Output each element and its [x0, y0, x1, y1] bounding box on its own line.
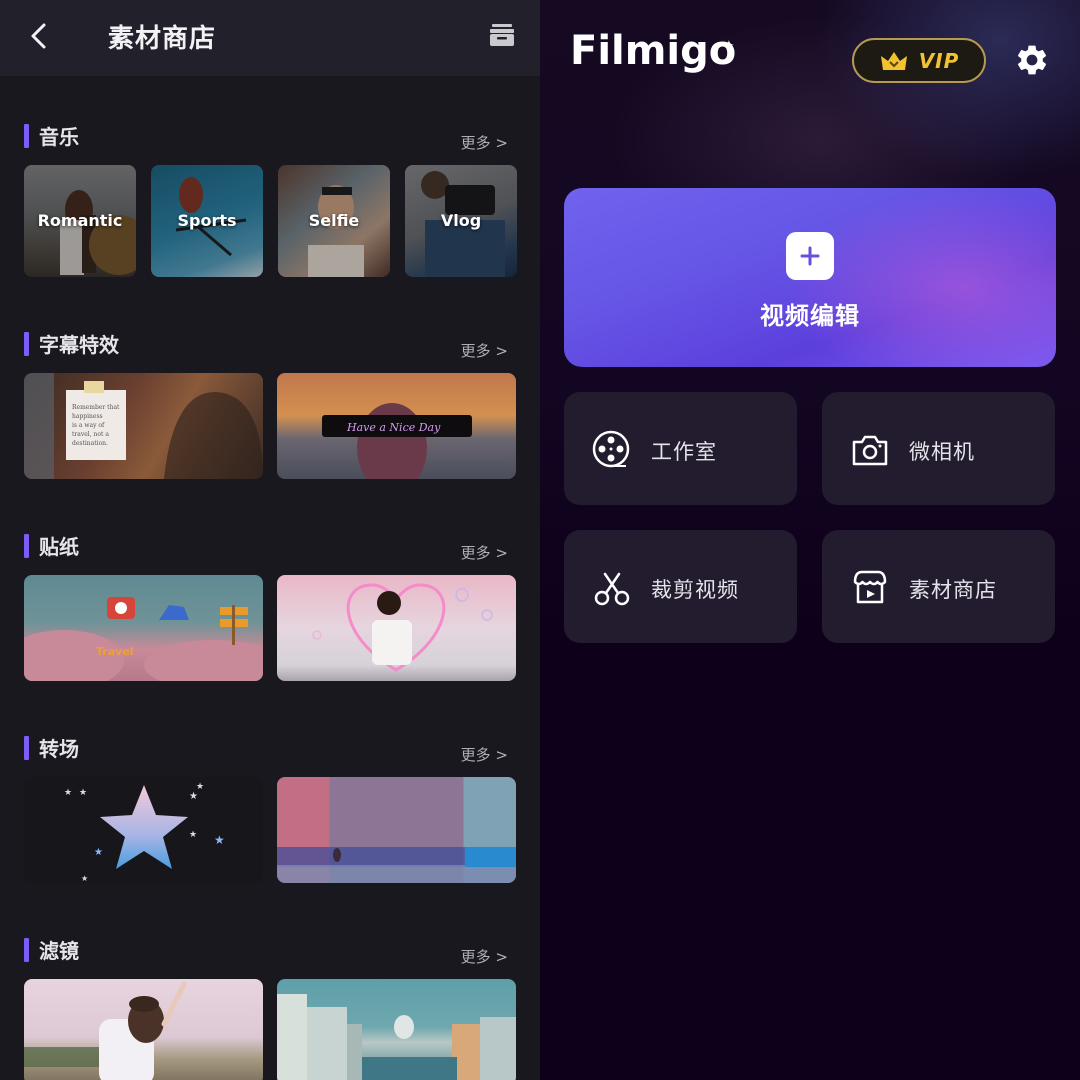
sticker-thumbnails: Travel	[24, 575, 518, 681]
studio-button[interactable]: 工作室	[564, 392, 797, 505]
card-label: Romantic	[37, 211, 123, 230]
thumbnail-image	[277, 994, 516, 1080]
svg-text:★: ★	[189, 830, 197, 840]
svg-text:★: ★	[64, 788, 72, 798]
more-link[interactable]: 更多 >	[461, 744, 508, 765]
svg-text:★: ★	[196, 782, 204, 792]
section-accent-bar	[24, 332, 29, 356]
thumbnail-image: Travel	[24, 597, 263, 681]
music-card-sports[interactable]: Sports	[151, 165, 263, 277]
plus-icon	[800, 246, 820, 266]
transition-card[interactable]: ★ ★ ★ ★ ★ ★ ★ ★	[24, 777, 263, 883]
more-link[interactable]: 更多 >	[461, 542, 508, 563]
transition-thumbnails: ★ ★ ★ ★ ★ ★ ★ ★	[24, 777, 518, 883]
more-link[interactable]: 更多 >	[461, 946, 508, 967]
section-title: 贴纸	[39, 535, 79, 559]
music-card-romantic[interactable]: Romantic	[24, 165, 136, 277]
section-caption-effects: 字幕特效 更多 > Remember that happiness is a w…	[24, 332, 518, 479]
filter-card[interactable]	[277, 979, 516, 1080]
section-accent-bar	[24, 124, 29, 148]
svg-text:★: ★	[81, 874, 88, 883]
tool-label: 裁剪视频	[651, 578, 739, 602]
svg-text:travel, not a: travel, not a	[72, 431, 109, 438]
tool-label: 素材商店	[909, 578, 997, 602]
filter-thumbnails	[24, 979, 518, 1080]
more-link[interactable]: 更多 >	[461, 340, 508, 361]
thumbnail-image	[24, 981, 187, 1080]
filter-card[interactable]	[24, 979, 263, 1080]
thumbnail-image: ★ ★ ★ ★ ★ ★ ★ ★	[64, 782, 225, 883]
plus-icon-box	[786, 232, 834, 280]
svg-text:Travel: Travel	[96, 645, 134, 658]
section-accent-bar	[24, 736, 29, 760]
app-logo: Filmigo	[570, 28, 737, 74]
vip-button[interactable]: VIP	[852, 38, 986, 83]
thumbnail-image	[312, 583, 493, 672]
section-title: 字幕特效	[39, 333, 119, 357]
section-title: 滤镜	[39, 939, 79, 963]
svg-text:★: ★	[94, 847, 103, 858]
transition-card[interactable]	[277, 777, 516, 883]
tool-label: 微相机	[909, 440, 975, 464]
sticker-card[interactable]	[277, 575, 516, 681]
svg-text:is a way of: is a way of	[72, 422, 105, 429]
card-label: Vlog	[440, 211, 482, 230]
caption-thumbnails: Remember that happiness is a way of trav…	[24, 373, 518, 479]
caption-card[interactable]: Have a Nice Day	[277, 373, 516, 479]
chevron-left-icon	[31, 23, 46, 49]
settings-button[interactable]	[1014, 42, 1054, 82]
gear-icon	[1017, 45, 1047, 75]
video-edit-label: 视频编辑	[760, 302, 860, 330]
svg-text:★: ★	[189, 791, 198, 802]
section-title: 转场	[39, 737, 79, 761]
caption-card[interactable]: Remember that happiness is a way of trav…	[24, 373, 263, 479]
section-transitions: 转场 更多 > ★ ★ ★ ★ ★ ★ ★ ★	[24, 736, 518, 883]
music-thumbnails: Romantic Sports Selfie Vlog	[24, 165, 518, 277]
tool-label: 工作室	[651, 440, 717, 464]
thumbnail-image	[277, 847, 516, 883]
video-edit-button[interactable]: 视频编辑	[564, 188, 1056, 367]
section-accent-bar	[24, 534, 29, 558]
svg-text:★: ★	[79, 788, 87, 798]
svg-text:happiness: happiness	[72, 413, 103, 420]
material-store-button[interactable]: 素材商店	[822, 530, 1055, 643]
page-title: 素材商店	[108, 24, 217, 54]
section-filters: 滤镜 更多 >	[24, 938, 518, 1080]
sticker-card[interactable]: Travel	[24, 575, 263, 681]
svg-text:★: ★	[214, 833, 225, 847]
thumbnail-image: Have a Nice Day	[322, 403, 472, 479]
section-stickers: 贴纸 更多 > Travel	[24, 534, 518, 681]
svg-text:Remember that: Remember that	[72, 404, 120, 411]
store-header: 素材商店	[0, 0, 540, 76]
music-card-vlog[interactable]: Vlog	[405, 165, 517, 277]
svg-text:Have a Nice Day: Have a Nice Day	[346, 421, 441, 434]
section-title: 音乐	[39, 125, 79, 149]
camera-icon	[852, 435, 888, 466]
more-link[interactable]: 更多 >	[461, 132, 508, 153]
material-store-screen: 素材商店 音乐 更多 > Romantic Sports Selfie Vlog…	[0, 0, 540, 1080]
thumbnail-image: Remember that happiness is a way of trav…	[24, 373, 263, 479]
store-icon	[853, 570, 887, 604]
svg-text:destination.: destination.	[72, 440, 108, 447]
vip-label: VIP	[918, 48, 960, 73]
home-screen: Filmigo ✦ VIP 视频编辑 工作室 微相机 裁剪视频 素材商店	[540, 0, 1080, 1080]
archive-box-icon	[490, 24, 514, 46]
section-accent-bar	[24, 938, 29, 962]
crown-icon	[880, 51, 907, 70]
film-reel-icon	[592, 430, 630, 468]
scissors-icon	[594, 572, 630, 606]
archive-button[interactable]	[488, 22, 520, 52]
logo-sparkle-icon: ✦	[723, 38, 735, 54]
card-label: Selfie	[308, 211, 360, 230]
back-button[interactable]	[22, 18, 56, 54]
card-label: Sports	[177, 211, 237, 230]
section-music: 音乐 更多 > Romantic Sports Selfie Vlog	[24, 124, 518, 277]
music-card-selfie[interactable]: Selfie	[278, 165, 390, 277]
trim-video-button[interactable]: 裁剪视频	[564, 530, 797, 643]
micro-camera-button[interactable]: 微相机	[822, 392, 1055, 505]
